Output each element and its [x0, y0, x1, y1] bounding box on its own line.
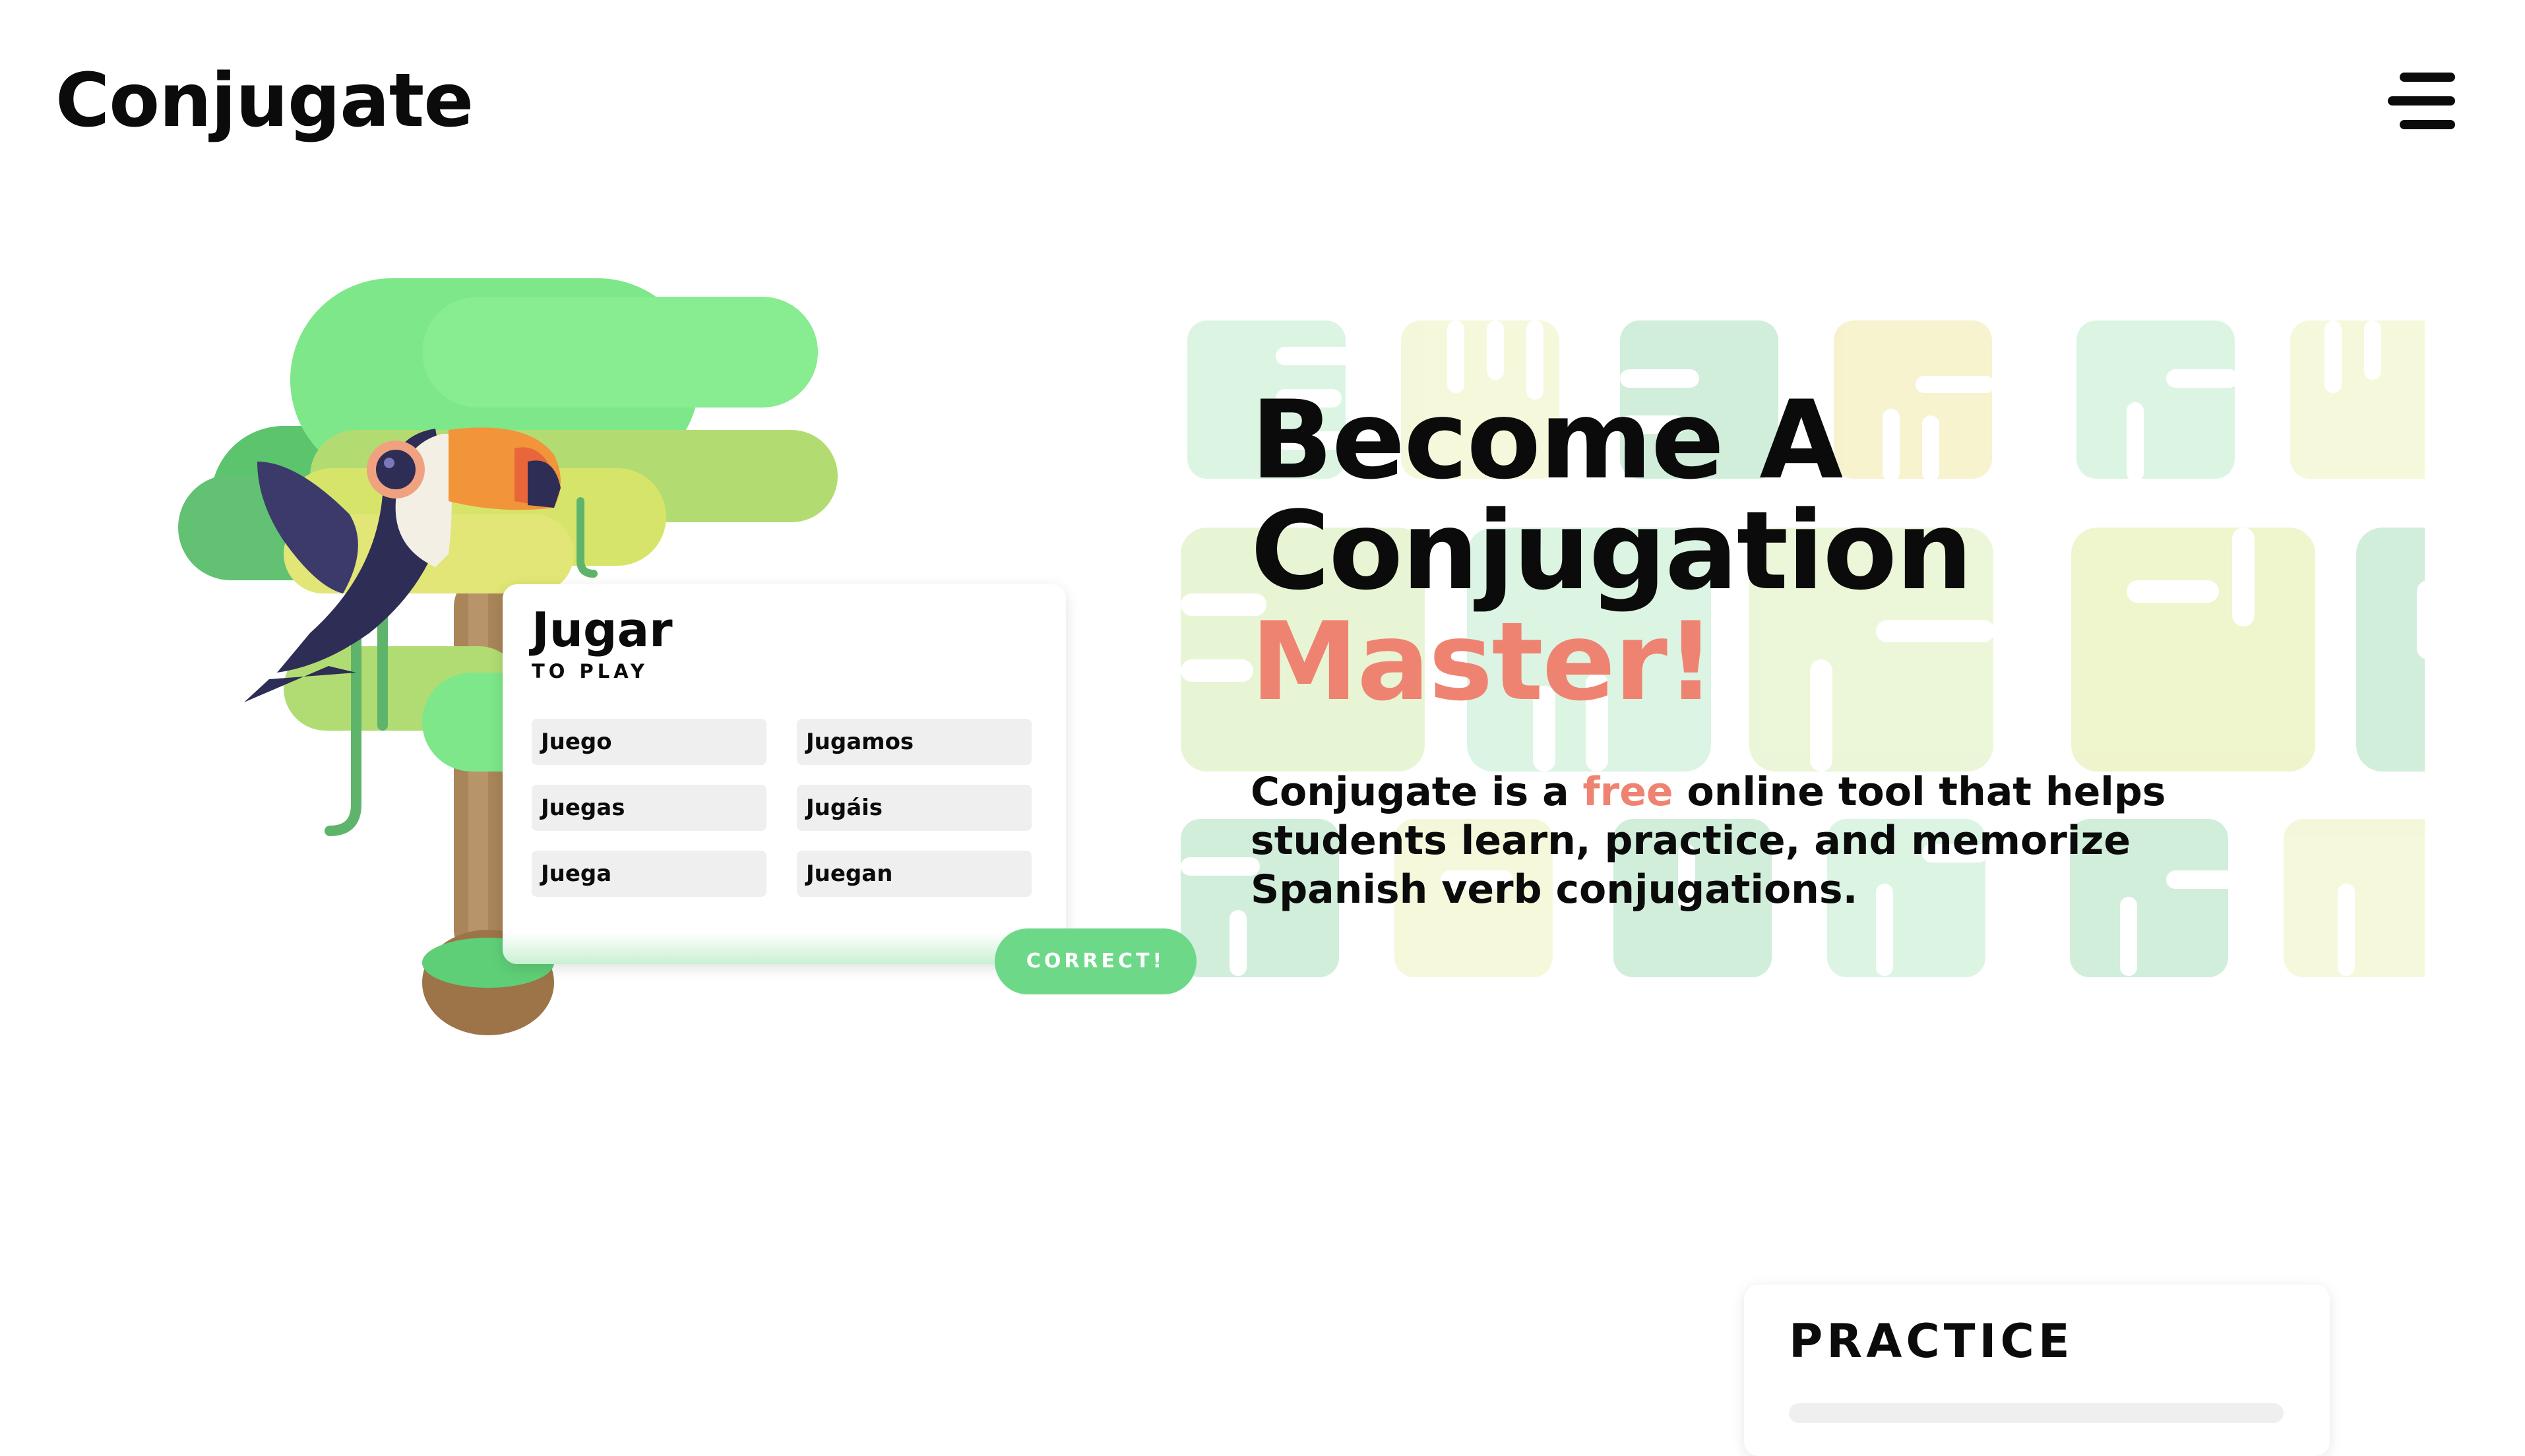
menu-line-top [2400, 73, 2455, 82]
hero-heading-line: Become A [1251, 377, 1843, 503]
conjugation-cell: Juegas [532, 785, 766, 831]
menu-line-middle [2388, 96, 2455, 106]
hero-desc-text: Conjugate is a [1251, 769, 1583, 815]
hero-heading-accent: Master! [1251, 599, 1716, 725]
conjugation-cell: Jugáis [797, 785, 1032, 831]
menu-line-bottom [2400, 120, 2455, 129]
hamburger-menu-icon[interactable] [2383, 70, 2455, 133]
hero-desc-highlight: free [1582, 769, 1673, 815]
verb-conjugation-card: Jugar TO PLAY Juego Jugamos Juegas Jugái… [503, 584, 1066, 964]
conjugation-cell: Jugamos [797, 719, 1032, 765]
hero-description: Conjugate is a free online tool that hel… [1251, 768, 2319, 914]
conjugation-grid: Juego Jugamos Juegas Jugáis Juega Juegan [532, 719, 1040, 897]
practice-title: PRACTICE [1789, 1314, 2074, 1368]
site-logo[interactable]: Conjugate [55, 57, 474, 145]
hero-heading: Become A Conjugation Master! [1251, 377, 1973, 725]
practice-placeholder-bar [1789, 1403, 2284, 1423]
conjugation-cell: Juego [532, 719, 766, 765]
correct-badge: CORRECT! [995, 928, 1197, 994]
conjugation-cell: Juega [532, 851, 766, 897]
conjugation-cell: Juegan [797, 851, 1032, 897]
practice-card[interactable]: PRACTICE [1744, 1285, 2330, 1456]
verb-translation: TO PLAY [532, 660, 648, 683]
verb-title: Jugar [532, 602, 673, 657]
hero-heading-line: Conjugation [1251, 488, 1973, 614]
toucan-illustration: Jugar TO PLAY Juego Jugamos Juegas Jugái… [158, 264, 1197, 1035]
